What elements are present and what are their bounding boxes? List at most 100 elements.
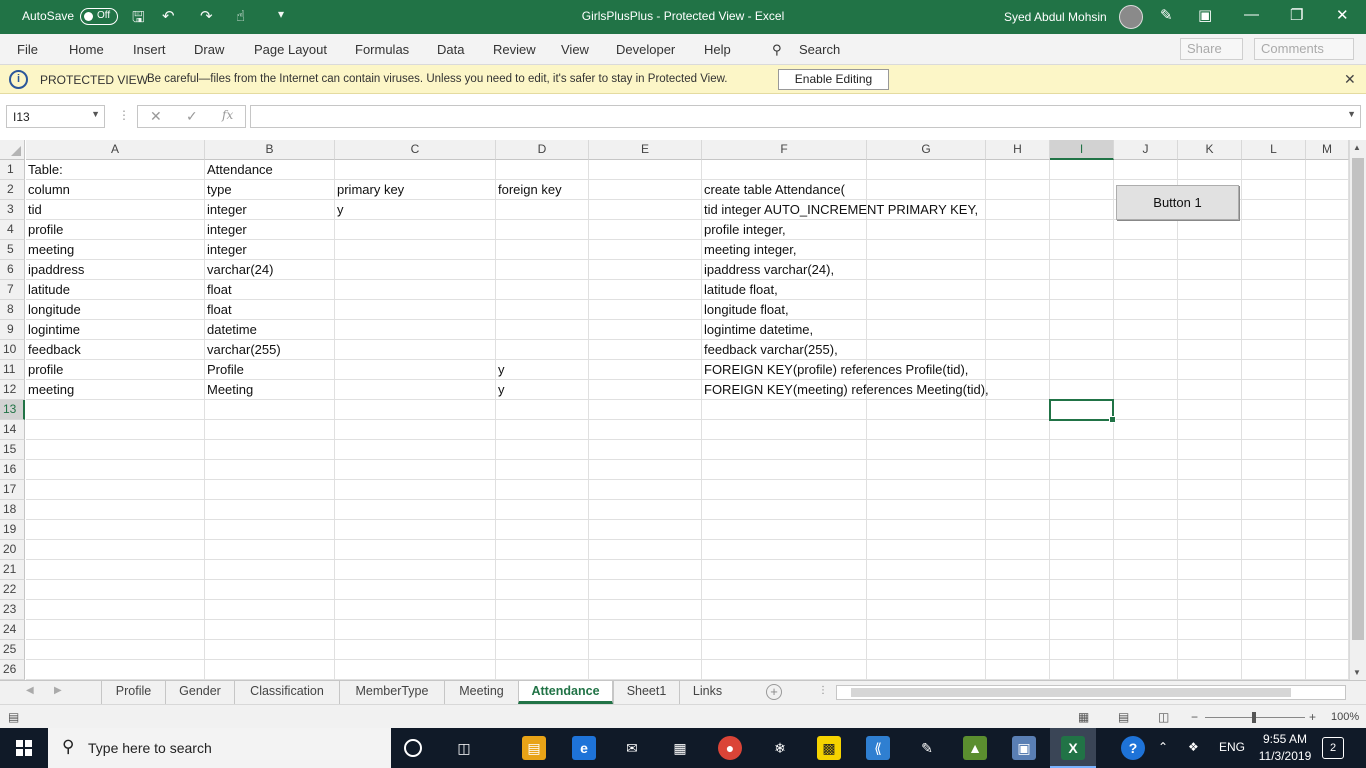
cell-l17[interactable] — [1242, 480, 1306, 500]
cell-j6[interactable] — [1114, 260, 1178, 280]
cell-c24[interactable] — [335, 620, 496, 640]
cell-k7[interactable] — [1178, 280, 1242, 300]
row-header-3[interactable]: 3 — [0, 200, 25, 220]
cell-b14[interactable] — [205, 420, 335, 440]
cell-b1[interactable]: Attendance — [205, 160, 335, 180]
cell-f20[interactable] — [702, 540, 867, 560]
cell-i19[interactable] — [1050, 520, 1114, 540]
cell-h3[interactable] — [986, 200, 1050, 220]
avatar[interactable] — [1119, 5, 1143, 29]
cell-j4[interactable] — [1114, 220, 1178, 240]
column-header-a[interactable]: A — [26, 140, 205, 160]
cell-i17[interactable] — [1050, 480, 1114, 500]
sheet-tab-classification[interactable]: Classification — [234, 681, 339, 704]
button-1[interactable]: Button 1 — [1116, 185, 1239, 220]
cell-a16[interactable] — [26, 460, 205, 480]
cell-c22[interactable] — [335, 580, 496, 600]
cell-g7[interactable] — [867, 280, 986, 300]
cell-g25[interactable] — [867, 640, 986, 660]
cell-h23[interactable] — [986, 600, 1050, 620]
cell-m13[interactable] — [1306, 400, 1349, 420]
cell-g9[interactable] — [867, 320, 986, 340]
cell-b6[interactable]: varchar(24) — [205, 260, 335, 280]
cell-e8[interactable] — [589, 300, 702, 320]
cell-b11[interactable]: Profile — [205, 360, 335, 380]
column-header-i[interactable]: I — [1050, 140, 1114, 160]
cell-h1[interactable] — [986, 160, 1050, 180]
cell-e6[interactable] — [589, 260, 702, 280]
cell-f8[interactable]: longitude float, — [702, 300, 867, 320]
clock[interactable]: 9:55 AM 11/3/2019 — [1254, 731, 1316, 765]
cell-k10[interactable] — [1178, 340, 1242, 360]
mail-icon[interactable]: ✉ — [620, 736, 644, 760]
cell-h15[interactable] — [986, 440, 1050, 460]
notifications-icon[interactable]: 2 — [1322, 737, 1344, 759]
cell-d18[interactable] — [496, 500, 589, 520]
cell-g24[interactable] — [867, 620, 986, 640]
row-header-19[interactable]: 19 — [0, 520, 25, 540]
pen-icon[interactable]: ✎ — [1160, 6, 1173, 24]
column-header-j[interactable]: J — [1114, 140, 1178, 160]
expand-formula-icon[interactable]: ▼ — [1347, 109, 1356, 119]
cell-d13[interactable] — [496, 400, 589, 420]
cell-b24[interactable] — [205, 620, 335, 640]
cell-b17[interactable] — [205, 480, 335, 500]
cell-c5[interactable] — [335, 240, 496, 260]
cell-c16[interactable] — [335, 460, 496, 480]
cell-b26[interactable] — [205, 660, 335, 680]
cell-b15[interactable] — [205, 440, 335, 460]
cell-c19[interactable] — [335, 520, 496, 540]
cell-j14[interactable] — [1114, 420, 1178, 440]
dropbox-icon[interactable]: ❖ — [1188, 740, 1199, 754]
cell-a17[interactable] — [26, 480, 205, 500]
cell-h9[interactable] — [986, 320, 1050, 340]
cell-l23[interactable] — [1242, 600, 1306, 620]
row-header-24[interactable]: 24 — [0, 620, 25, 640]
cell-d3[interactable] — [496, 200, 589, 220]
cell-l12[interactable] — [1242, 380, 1306, 400]
row-header-5[interactable]: 5 — [0, 240, 25, 260]
vertical-scrollbar[interactable]: ▲ ▼ — [1349, 140, 1366, 680]
cell-a8[interactable]: longitude — [26, 300, 205, 320]
cell-m21[interactable] — [1306, 560, 1349, 580]
row-header-11[interactable]: 11 — [0, 360, 25, 380]
cell-f6[interactable]: ipaddress varchar(24), — [702, 260, 867, 280]
cell-e7[interactable] — [589, 280, 702, 300]
cell-h21[interactable] — [986, 560, 1050, 580]
cell-k13[interactable] — [1178, 400, 1242, 420]
cell-a22[interactable] — [26, 580, 205, 600]
cell-k26[interactable] — [1178, 660, 1242, 680]
cell-i1[interactable] — [1050, 160, 1114, 180]
tab-home[interactable]: Home — [69, 42, 104, 57]
cell-i7[interactable] — [1050, 280, 1114, 300]
cell-d20[interactable] — [496, 540, 589, 560]
cell-a4[interactable]: profile — [26, 220, 205, 240]
cell-f13[interactable] — [702, 400, 867, 420]
cell-c25[interactable] — [335, 640, 496, 660]
cell-c7[interactable] — [335, 280, 496, 300]
cell-e4[interactable] — [589, 220, 702, 240]
cell-i12[interactable] — [1050, 380, 1114, 400]
cell-c26[interactable] — [335, 660, 496, 680]
cell-g14[interactable] — [867, 420, 986, 440]
cell-b12[interactable]: Meeting — [205, 380, 335, 400]
cell-d14[interactable] — [496, 420, 589, 440]
hscroll-thumb[interactable] — [851, 688, 1291, 697]
cell-m16[interactable] — [1306, 460, 1349, 480]
next-sheet-icon[interactable]: ▶ — [54, 685, 62, 696]
cell-m6[interactable] — [1306, 260, 1349, 280]
row-header-10[interactable]: 10 — [0, 340, 25, 360]
cell-i9[interactable] — [1050, 320, 1114, 340]
cell-l4[interactable] — [1242, 220, 1306, 240]
cell-e10[interactable] — [589, 340, 702, 360]
cell-d7[interactable] — [496, 280, 589, 300]
cell-e25[interactable] — [589, 640, 702, 660]
sheet-tab-sheet1[interactable]: Sheet1 — [613, 681, 679, 704]
cell-j24[interactable] — [1114, 620, 1178, 640]
cell-m5[interactable] — [1306, 240, 1349, 260]
cell-m20[interactable] — [1306, 540, 1349, 560]
cell-m4[interactable] — [1306, 220, 1349, 240]
cell-b3[interactable]: integer — [205, 200, 335, 220]
cell-c18[interactable] — [335, 500, 496, 520]
cell-h13[interactable] — [986, 400, 1050, 420]
